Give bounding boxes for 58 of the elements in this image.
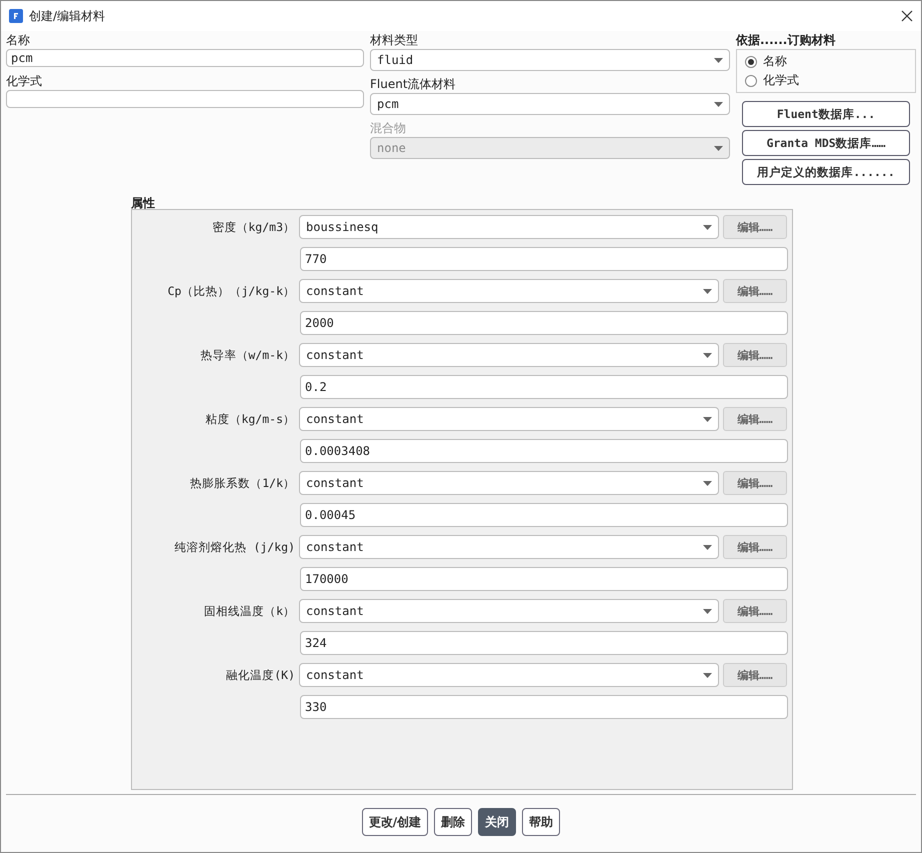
- method-dropdown[interactable]: constant: [299, 599, 719, 623]
- field-label: 混合物: [370, 121, 407, 137]
- dropdown-arrow-icon: [714, 58, 723, 62]
- property-label: Cp（比热）（j/kg-k）: [166, 284, 295, 298]
- value-field[interactable]: 330: [300, 695, 788, 719]
- property-label: 热导率（w/m-k）: [199, 348, 295, 362]
- dropdown-arrow-icon: [714, 146, 723, 150]
- dialog-button[interactable]: 更改/创建: [362, 808, 428, 836]
- database-button[interactable]: 用户定义的数据库......: [742, 159, 910, 185]
- dropdown-arrow-icon: [703, 224, 712, 230]
- close-icon[interactable]: [901, 10, 913, 22]
- method-dropdown[interactable]: constant: [299, 407, 719, 431]
- value-field[interactable]: 0.00045: [300, 503, 788, 527]
- database-button[interactable]: Granta MDS数据库……: [742, 130, 910, 156]
- method-dropdown[interactable]: constant: [299, 343, 719, 367]
- dropdown-arrow-icon: [703, 416, 712, 422]
- dropdown-arrow-icon: [703, 352, 712, 358]
- formula-field[interactable]: [6, 90, 364, 108]
- property-label: 纯溶剂熔化热 (j/kg): [174, 540, 295, 554]
- value-field[interactable]: 324: [300, 631, 788, 655]
- dropdown-arrow-icon: [703, 480, 712, 486]
- value-field[interactable]: 0.2: [300, 375, 788, 399]
- name-field[interactable]: pcm: [6, 49, 364, 67]
- value-field[interactable]: 770: [300, 247, 788, 271]
- dropdown[interactable]: pcm: [370, 93, 730, 115]
- dropdown-arrow-icon: [703, 672, 712, 678]
- field-label: 材料类型: [370, 33, 419, 49]
- value-field[interactable]: 170000: [300, 567, 788, 591]
- section-title: 属性: [131, 195, 156, 209]
- method-dropdown[interactable]: constant: [299, 471, 719, 495]
- window-title: 创建/编辑材料: [29, 8, 106, 24]
- field-label: Fluent流体材料: [370, 77, 457, 93]
- method-dropdown[interactable]: constant: [299, 663, 719, 687]
- property-label: 密度（kg/m3）: [211, 220, 295, 234]
- dialog-button[interactable]: 删除: [434, 808, 472, 836]
- dropdown[interactable]: fluid: [370, 49, 730, 71]
- radio-option[interactable]: 名称: [745, 53, 907, 70]
- dropdown-arrow-icon: [703, 544, 712, 550]
- property-label: 热膨胀系数（1/k）: [189, 476, 295, 490]
- dialog-button[interactable]: 关闭: [478, 808, 516, 836]
- group-title: 依据......订购材料: [736, 33, 836, 49]
- property-label: 粘度（kg/m-s）: [204, 412, 295, 426]
- property-label: 固相线温度（k）: [203, 604, 295, 618]
- method-dropdown[interactable]: constant: [299, 279, 719, 303]
- dropdown-arrow-icon: [703, 608, 712, 614]
- radio-option[interactable]: 化学式: [745, 72, 907, 89]
- value-field[interactable]: 2000: [300, 311, 788, 335]
- field-label: 化学式: [6, 74, 43, 90]
- method-dropdown[interactable]: constant: [299, 535, 719, 559]
- value-field[interactable]: 0.0003408: [300, 439, 788, 463]
- app-logo-icon: [9, 9, 23, 23]
- field-label: 名称: [6, 33, 31, 49]
- database-button[interactable]: Fluent数据库...: [742, 101, 910, 127]
- dropdown-arrow-icon: [703, 288, 712, 294]
- dialog-button[interactable]: 帮助: [522, 808, 560, 836]
- method-dropdown[interactable]: boussinesq: [299, 215, 719, 239]
- property-label: 融化温度(K): [225, 668, 295, 682]
- dropdown-arrow-icon: [714, 102, 723, 106]
